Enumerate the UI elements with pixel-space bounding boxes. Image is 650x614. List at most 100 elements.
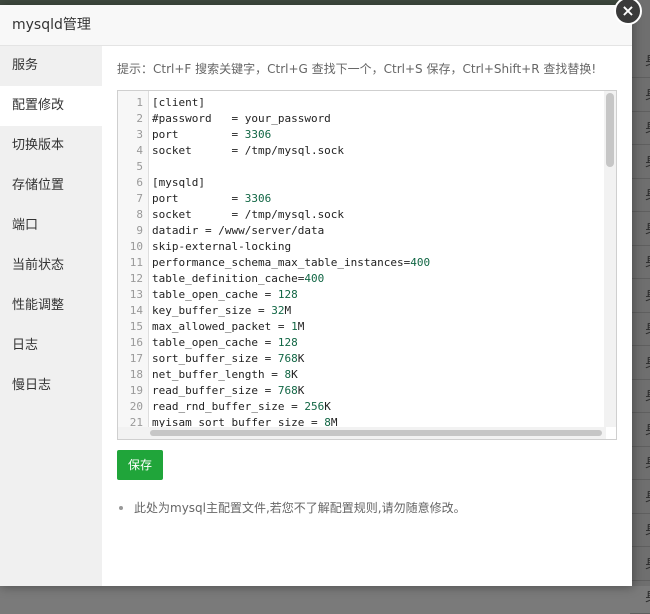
background-row: 身 (630, 347, 650, 380)
vertical-scroll-thumb[interactable] (606, 93, 614, 167)
note-text: 此处为mysql主配置文件,若您不了解配置规则,请勿随意修改。 (134, 501, 466, 515)
code-text: socket = /tmp/mysql.sock (152, 208, 345, 221)
code-line: 8 socket = /tmp/mysql.sock (118, 207, 604, 223)
background-row: 身 (630, 313, 650, 346)
number-token: 128 (277, 288, 298, 301)
config-editor[interactable]: 1 [client] 2 #password = your_password 3 port… (117, 90, 617, 440)
code-text: [client] (152, 96, 205, 109)
mysqld-dialog: mysqld管理 × 服务 配置修改 切换版本 存储位置 端口 当前状态 性能调整 日志 慢日志… (0, 0, 642, 586)
code-line: 11 performance_schema_max_table_instances… (118, 255, 604, 271)
number-token: 8 (284, 368, 292, 381)
code-line: 14 key_buffer_size = 32M (118, 303, 604, 319)
code-line: 19 read_buffer_size = 768K (118, 383, 604, 399)
sidebar-item-status[interactable]: 当前状态 (0, 246, 102, 286)
background-row: 身 (630, 179, 650, 212)
line-number: 7 (136, 192, 143, 205)
code-line: 4 socket = /tmp/mysql.sock (118, 143, 604, 159)
code-text: skip-external-locking (152, 240, 292, 253)
code-line: 9 datadir = /www/server/data (118, 223, 604, 239)
code-text: sort_buffer_size = 768K (152, 352, 305, 365)
background-row: 身 (630, 45, 650, 78)
code-line: 7 port = 3306 (118, 191, 604, 207)
number-token: 128 (277, 336, 298, 349)
code-line: 16 table_open_cache = 128 (118, 335, 604, 351)
code-text: table_definition_cache=400 (152, 272, 325, 285)
background-row: 身 (630, 280, 650, 313)
background-row: 身 (630, 79, 650, 112)
code-line: 3 port = 3306 (118, 127, 604, 143)
save-button[interactable]: 保存 (117, 450, 163, 480)
line-number: 3 (136, 128, 143, 141)
background-row: 身 (630, 146, 650, 179)
horizontal-scrollbar[interactable] (118, 427, 606, 439)
vertical-scrollbar[interactable] (604, 91, 616, 427)
code-text: read_rnd_buffer_size = 256K (152, 400, 331, 413)
sidebar: 服务 配置修改 切换版本 存储位置 端口 当前状态 性能调整 日志 慢日志 (0, 46, 102, 586)
code-line: 18 net_buffer_length = 8K (118, 367, 604, 383)
note-item: 此处为mysql主配置文件,若您不了解配置规则,请勿随意修改。 (117, 498, 617, 518)
sidebar-item-log[interactable]: 日志 (0, 326, 102, 366)
code-line: 1 [client] (118, 95, 604, 111)
line-number: 18 (129, 368, 143, 381)
line-number: 1 (136, 96, 143, 109)
background-page: 身身身身身身身身身身身身身身身身身 (630, 0, 650, 614)
background-row: 身 (630, 447, 650, 480)
number-token: 768 (277, 352, 298, 365)
close-icon: × (621, 1, 635, 20)
notes-list: 此处为mysql主配置文件,若您不了解配置规则,请勿随意修改。 (117, 498, 617, 518)
code-text: port = 3306 (152, 192, 272, 205)
code-line: 15 max_allowed_packet = 1M (118, 319, 604, 335)
code-text: [mysqld] (152, 176, 205, 189)
line-number: 8 (136, 208, 143, 221)
code-text: performance_schema_max_table_instances=4… (152, 256, 431, 269)
config-panel: 提示：Ctrl+F 搜索关键字，Ctrl+G 查找下一个，Ctrl+S 保存，C… (117, 46, 617, 518)
editor-hint: 提示：Ctrl+F 搜索关键字，Ctrl+G 查找下一个，Ctrl+S 保存，C… (117, 62, 597, 76)
sidebar-item-performance[interactable]: 性能调整 (0, 286, 102, 326)
number-token: 3306 (244, 128, 272, 141)
line-number: 12 (129, 272, 143, 285)
background-row: 身 (630, 414, 650, 447)
code-line: 2 #password = your_password (118, 111, 604, 127)
dialog-title: mysqld管理 (0, 5, 632, 46)
sidebar-item-storage[interactable]: 存储位置 (0, 166, 102, 206)
code-text: socket = /tmp/mysql.sock (152, 144, 345, 157)
line-number: 17 (129, 352, 143, 365)
number-token: 1 (291, 320, 298, 333)
sidebar-item-port[interactable]: 端口 (0, 206, 102, 246)
code-line: 6 [mysqld] (118, 175, 604, 191)
number-token: 400 (304, 272, 325, 285)
sidebar-item-version[interactable]: 切换版本 (0, 126, 102, 166)
sidebar-item-service[interactable]: 服务 (0, 46, 102, 86)
code-text: max_allowed_packet = 1M (152, 320, 305, 333)
line-number: 14 (129, 304, 143, 317)
sidebar-item-slowlog[interactable]: 慢日志 (0, 366, 102, 406)
code-line: 13 table_open_cache = 128 (118, 287, 604, 303)
number-token: 256 (304, 400, 325, 413)
line-number: 16 (129, 336, 143, 349)
line-number: 11 (129, 256, 143, 269)
line-number: 19 (129, 384, 143, 397)
background-row: 身 (630, 481, 650, 514)
code-line: 17 sort_buffer_size = 768K (118, 351, 604, 367)
background-row: 身 (630, 213, 650, 246)
number-token: 3306 (244, 192, 272, 205)
code-line: 5 (118, 159, 604, 175)
horizontal-scroll-thumb[interactable] (150, 430, 602, 436)
bullet-icon (119, 506, 123, 510)
background-row: 身 (630, 246, 650, 279)
code-area[interactable]: 1 [client] 2 #password = your_password 3 port… (118, 95, 604, 431)
code-text: net_buffer_length = 8K (152, 368, 298, 381)
code-text: key_buffer_size = 32M (152, 304, 292, 317)
background-row: 身 (630, 514, 650, 547)
number-token: 768 (277, 384, 298, 397)
line-number: 10 (129, 240, 143, 253)
number-token: 400 (410, 256, 431, 269)
background-row: 身 (630, 380, 650, 413)
code-text: #password = your_password (152, 112, 331, 125)
code-line: 20 read_rnd_buffer_size = 256K (118, 399, 604, 415)
code-text: read_buffer_size = 768K (152, 384, 305, 397)
sidebar-item-config[interactable]: 配置修改 (0, 86, 102, 126)
line-number: 13 (129, 288, 143, 301)
code-line: 10 skip-external-locking (118, 239, 604, 255)
code-text: datadir = /www/server/data (152, 224, 325, 237)
